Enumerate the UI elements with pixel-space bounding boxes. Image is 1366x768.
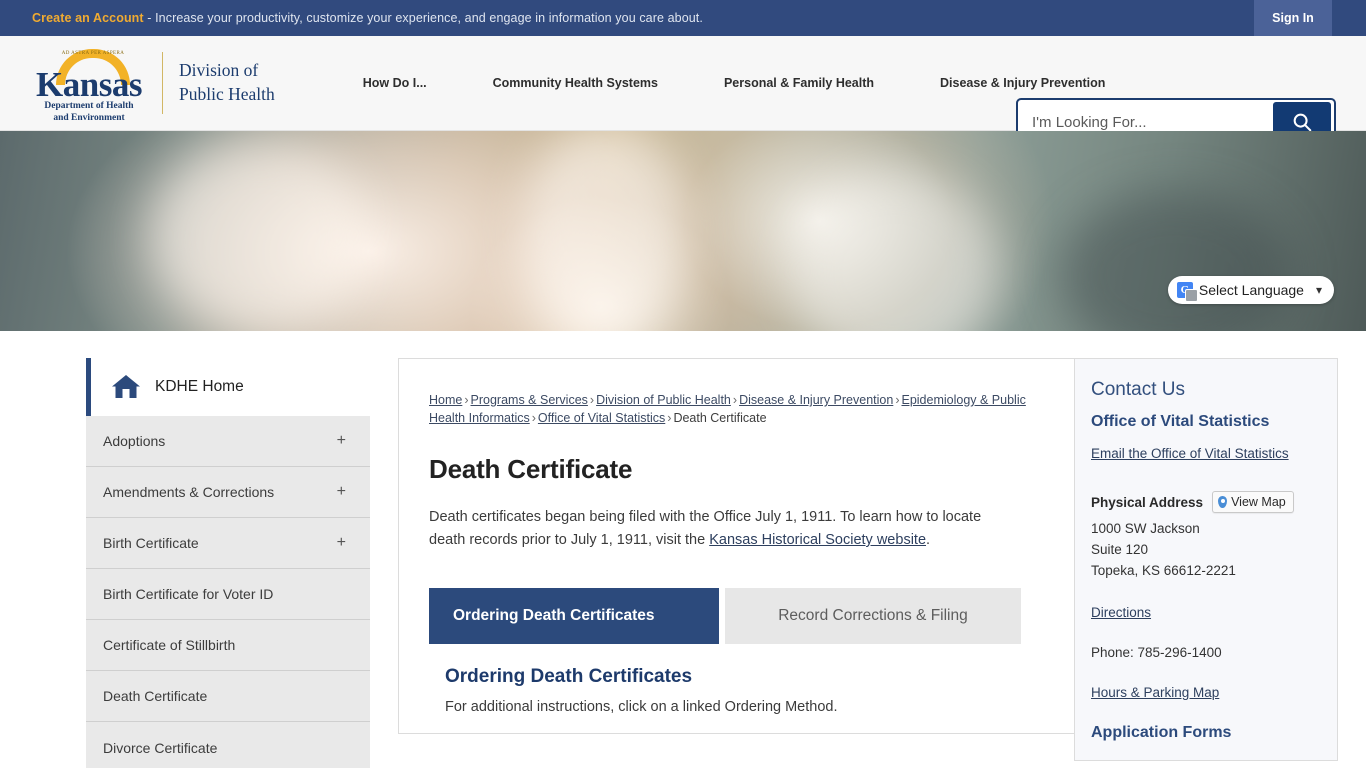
email-office-link[interactable]: Email the Office of Vital Statistics (1091, 446, 1289, 461)
address-line-3: Topeka, KS 66612-2221 (1091, 562, 1236, 578)
sidebar-item-birth-certificate[interactable]: Birth Certificate + (86, 518, 370, 569)
expand-plus-icon[interactable]: + (337, 433, 346, 449)
nav-item-personal-family-health[interactable]: Personal & Family Health (691, 76, 907, 90)
search-icon (1293, 113, 1312, 132)
language-selector[interactable]: G Select Language ▾ (1167, 276, 1334, 304)
logo-arc-text: AD ASTRA PER ASPERA (61, 51, 125, 56)
sidebar-home-label: KDHE Home (155, 378, 244, 395)
nav-item-community-health-systems[interactable]: Community Health Systems (460, 76, 691, 90)
expand-plus-icon[interactable]: + (337, 484, 346, 500)
breadcrumb-item-disease-injury-prevention[interactable]: Disease & Injury Prevention (739, 393, 893, 407)
sidebar-item-amendments-corrections[interactable]: Amendments & Corrections + (86, 467, 370, 518)
breadcrumb-separator: › (732, 393, 738, 407)
logo-state-name: Kansas (36, 65, 142, 104)
breadcrumb-item-programs-services[interactable]: Programs & Services (471, 393, 588, 407)
physical-address-row: Physical Address View Map (1091, 491, 1319, 513)
sidebar-item-label: Birth Certificate (103, 535, 199, 551)
sidebar-item-label: Amendments & Corrections (103, 484, 275, 500)
sidebar-item-birth-certificate-voter-id[interactable]: Birth Certificate for Voter ID (86, 569, 370, 620)
contact-panel: Contact Us Office of Vital Statistics Em… (1074, 358, 1338, 761)
google-translate-icon: G (1176, 282, 1198, 302)
tab-panel-subtext: For additional instructions, click on a … (445, 699, 838, 716)
view-map-button[interactable]: View Map (1212, 491, 1294, 513)
sidebar-item-death-certificate[interactable]: Death Certificate (86, 671, 370, 722)
logo-department-line2: and Environment (53, 112, 125, 123)
phone-block: Phone: 785-296-1400 (1091, 644, 1319, 662)
logo-department-name: Department of Health and Environment (30, 101, 148, 125)
site-logo[interactable]: AD ASTRA PER ASPERA Kansas Department of… (0, 36, 275, 130)
address-line-1: 1000 SW Jackson (1091, 521, 1200, 536)
phone-number: Phone: 785-296-1400 (1091, 644, 1222, 660)
sidebar-item-label: Certificate of Stillbirth (103, 637, 236, 653)
logo-divider (162, 52, 163, 114)
chevron-down-icon: ▾ (1315, 283, 1322, 297)
logo-division-title: Division of Public Health (179, 59, 275, 106)
sign-in-button[interactable]: Sign In (1254, 0, 1332, 36)
tab-panel-ordering-death-certificates: Ordering Death Certificates For addition… (429, 644, 1044, 733)
intro-paragraph: Death certificates began being filed wit… (429, 506, 1009, 553)
sidebar-item-adoptions[interactable]: Adoptions + (86, 416, 370, 467)
hours-block: Hours & Parking Map (1091, 684, 1319, 702)
application-forms-heading: Application Forms (1091, 723, 1232, 741)
breadcrumb-item-home[interactable]: Home (429, 393, 462, 407)
language-selector-label: Select Language (1198, 282, 1304, 298)
sidebar-item-certificate-of-stillbirth[interactable]: Certificate of Stillbirth (86, 620, 370, 671)
breadcrumb-separator: › (531, 410, 536, 425)
intro-text-after: . (926, 531, 931, 548)
tab-ordering-death-certificates[interactable]: Ordering Death Certificates (429, 588, 719, 645)
logo-division-line2: Public Health (179, 84, 275, 104)
sidebar-item-divorce-certificate[interactable]: Divorce Certificate (86, 722, 370, 768)
hero-banner: G Select Language ▾ (0, 131, 1366, 331)
home-icon (112, 375, 140, 398)
view-map-label: View Map (1231, 495, 1286, 509)
breadcrumb: Home › Programs & Services › Division of Pub… (429, 392, 1044, 428)
map-pin-icon (1218, 496, 1228, 508)
site-header: AD ASTRA PER ASPERA Kansas Department of… (0, 36, 1366, 146)
nav-item-disease-injury-prevention[interactable]: Disease & Injury Prevention (907, 76, 1138, 90)
directions-block: Directions (1091, 604, 1319, 622)
section-navigation: KDHE Home Adoptions + Amendments & Corre… (86, 358, 370, 768)
page-body: KDHE Home Adoptions + Amendments & Corre… (0, 331, 1366, 768)
utility-message: Create an Account - Increase your produc… (0, 11, 703, 25)
breadcrumb-item-office-of-vital-statistics[interactable]: Office of Vital Statistics (538, 411, 665, 425)
logo-division-line1: Division of (179, 60, 259, 81)
directions-link[interactable]: Directions (1091, 605, 1151, 620)
physical-address-label: Physical Address (1091, 494, 1204, 510)
main-navigation: How Do I... Community Health Systems Per… (330, 76, 1139, 90)
utility-bar: Create an Account - Increase your produc… (0, 0, 1366, 36)
breadcrumb-separator: › (589, 393, 595, 407)
utility-message-text: - Increase your productivity, customize … (143, 11, 703, 25)
sidebar-item-label: Adoptions (103, 433, 166, 449)
sidebar-item-label: Birth Certificate for Voter ID (103, 586, 274, 602)
sidebar-item-kdhe-home[interactable]: KDHE Home (86, 358, 370, 416)
expand-plus-icon[interactable]: + (337, 535, 346, 551)
create-account-link[interactable]: Create an Account (32, 11, 144, 25)
breadcrumb-item-current: Death Certificate (673, 410, 767, 425)
breadcrumb-separator: › (464, 393, 469, 407)
page-title: Death Certificate (429, 453, 633, 484)
tab-record-corrections-filing[interactable]: Record Corrections & Filing (725, 588, 1021, 645)
logo-department-line1: Department of Health (44, 101, 134, 111)
nav-item-how-do-i[interactable]: How Do I... (330, 76, 460, 90)
breadcrumb-item-division-of-public-health[interactable]: Division of Public Health (596, 393, 731, 407)
hero-background-image (0, 131, 1366, 331)
contact-panel-title: Contact Us (1091, 379, 1185, 400)
hours-parking-map-link[interactable]: Hours & Parking Map (1091, 685, 1219, 700)
kansas-historical-society-link[interactable]: Kansas Historical Society website (709, 532, 926, 548)
sidebar-item-label: Divorce Certificate (103, 739, 218, 756)
address-line-2: Suite 120 (1091, 541, 1149, 557)
sidebar-item-label: Death Certificate (103, 688, 208, 704)
main-content: Home › Programs & Services › Division of Pub… (398, 358, 1074, 734)
contact-office-name: Office of Vital Statistics (1091, 413, 1270, 430)
kansas-seal-logo: AD ASTRA PER ASPERA Kansas Department of… (30, 47, 148, 123)
tab-bar: Ordering Death Certificates Record Corre… (429, 588, 1044, 645)
tab-panel-heading: Ordering Death Certificates (445, 666, 693, 688)
